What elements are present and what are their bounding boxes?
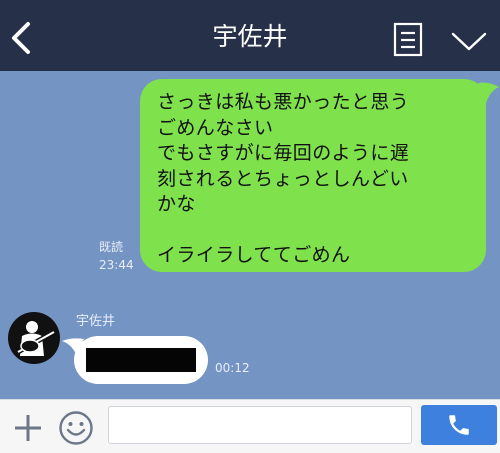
chevron-down-icon[interactable] xyxy=(449,28,489,54)
chevron-left-icon[interactable] xyxy=(8,20,36,56)
plus-icon[interactable] xyxy=(12,412,44,444)
sent-message-time: 23:44 xyxy=(99,258,134,272)
read-status: 既読 xyxy=(99,240,124,254)
received-message-time: 00:12 xyxy=(215,361,250,375)
chat-area[interactable]: さっきは私も悪かったと思う ごめんなさい でもさすがに毎回のように遅 刻されると… xyxy=(0,71,500,399)
message-input[interactable] xyxy=(108,406,412,444)
sender-name: 宇佐井 xyxy=(76,314,116,329)
chat-header: 宇佐井 xyxy=(0,0,500,71)
sent-message-text: さっきは私も悪かったと思う ごめんなさい でもさすがに毎回のように遅 刻されると… xyxy=(157,91,410,266)
phone-icon xyxy=(449,415,469,435)
call-button[interactable] xyxy=(421,405,497,445)
emoji-icon[interactable] xyxy=(58,410,94,446)
chat-title: 宇佐井 xyxy=(212,22,288,51)
avatar[interactable] xyxy=(8,312,60,364)
notes-menu-icon[interactable] xyxy=(392,22,426,58)
redacted-message-content xyxy=(86,348,196,372)
message-input-bar xyxy=(0,399,500,453)
guitarist-avatar-image xyxy=(16,321,56,356)
